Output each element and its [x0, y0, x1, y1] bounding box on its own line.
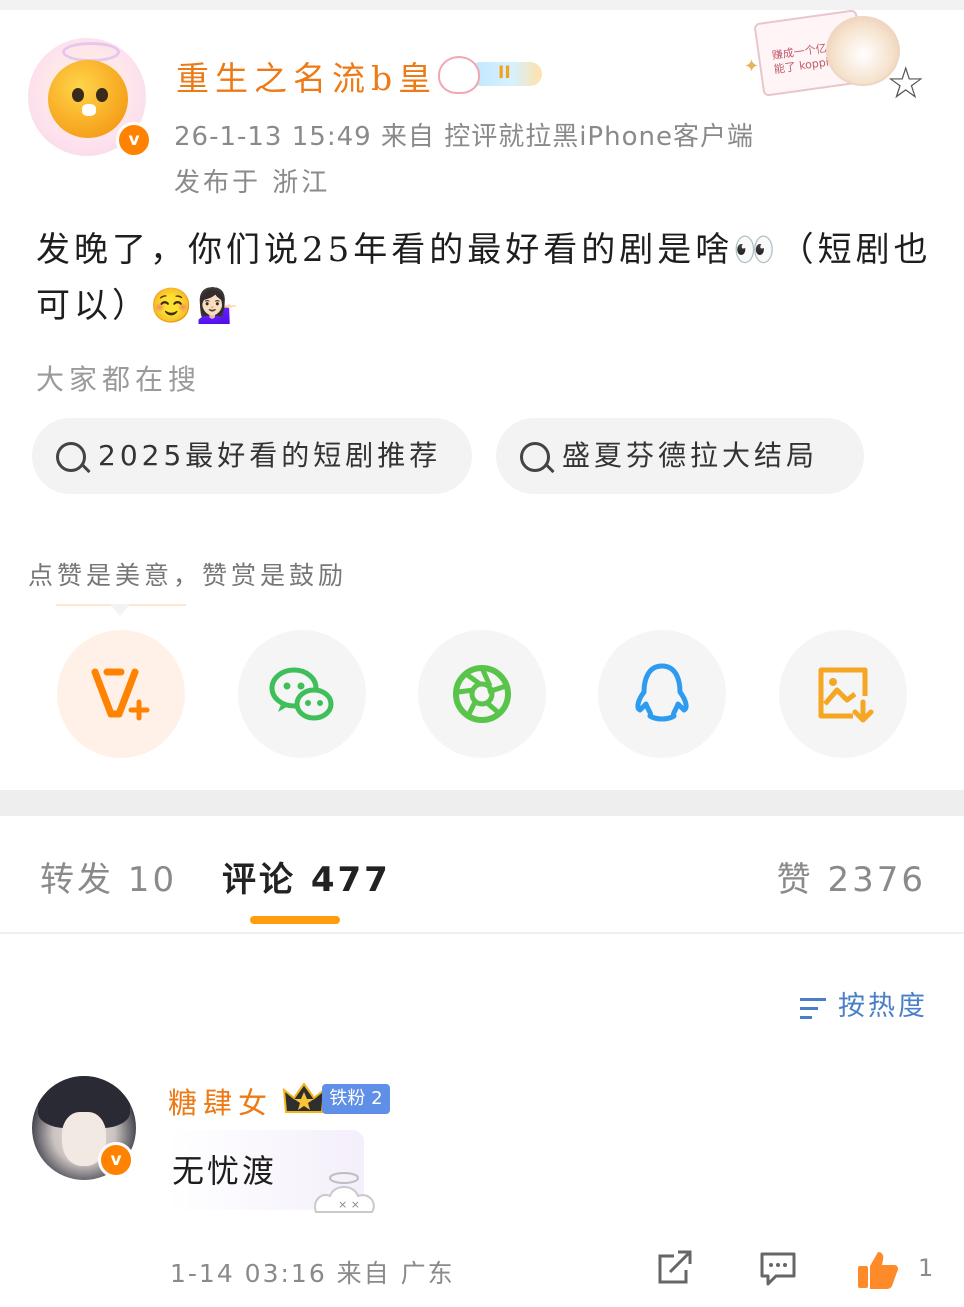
share-icon: [658, 1250, 692, 1284]
comment-like-button[interactable]: [856, 1248, 900, 1296]
tab-likes[interactable]: 赞 2376: [777, 852, 926, 901]
search-chip[interactable]: 盛夏芬德拉大结局: [496, 418, 864, 494]
search-hint: 大家都在搜: [36, 363, 202, 396]
sort-button[interactable]: 按热度: [800, 984, 928, 1023]
rank-level: II: [498, 63, 511, 83]
tab-reposts[interactable]: 转发 10: [40, 852, 177, 901]
sparkle-icon: ✦: [744, 56, 760, 77]
chick-avatar-image: [48, 60, 128, 138]
search-icon: [520, 442, 550, 472]
sort-label: 按热度: [838, 991, 928, 1022]
thumbs-up-icon: [858, 1252, 898, 1289]
comment-icon: [760, 1252, 796, 1286]
comment-like-count: 1: [918, 1254, 934, 1282]
verified-icon: v: [116, 122, 152, 158]
tab-comments[interactable]: 评论 477: [222, 852, 391, 901]
sort-icon: [800, 996, 830, 1020]
moments-icon: [453, 665, 511, 723]
v-plus-icon: [91, 668, 150, 721]
tip-arrow: [110, 604, 130, 616]
svg-text:× ×: × ×: [338, 1198, 360, 1211]
top-strip: [0, 0, 964, 10]
search-chip-label: 2025最好看的短剧推荐: [98, 439, 442, 472]
reward-button[interactable]: [57, 630, 185, 758]
avatar-beak: [82, 104, 96, 116]
avatar-eye-right: [96, 88, 108, 102]
search-chip[interactable]: 2025最好看的短剧推荐: [32, 418, 472, 494]
comment-repost-button[interactable]: [656, 1248, 696, 1292]
commenter-name[interactable]: 糖肆女: [168, 1080, 273, 1122]
comment-reply-button[interactable]: [758, 1248, 798, 1292]
verified-icon: v: [98, 1142, 134, 1178]
search-chip-label: 盛夏芬德拉大结局: [562, 439, 819, 472]
comment-text: 无忧渡: [172, 1152, 278, 1190]
author-name[interactable]: 重生之名流b皇: [176, 52, 437, 100]
post-location: 发布于 浙江: [174, 168, 331, 198]
comment-meta: 1-14 03:16 来自 广东: [170, 1259, 455, 1288]
section-divider: [0, 790, 964, 816]
favorite-star-icon[interactable]: ☆: [886, 62, 925, 106]
member-rank-badge[interactable]: II: [438, 56, 542, 94]
bunny-icon: [438, 56, 480, 94]
halo-decoration: [62, 42, 120, 62]
cloud-bunny-decoration: × ×: [314, 1172, 375, 1213]
reward-tip: 点赞是美意，赞赏是鼓励: [28, 561, 348, 590]
fan-level-badge[interactable]: 铁粉 2: [322, 1084, 390, 1114]
search-icon: [56, 442, 86, 472]
save-image-icon: [818, 667, 874, 723]
tab-divider: [0, 932, 964, 934]
author-avatar[interactable]: v: [28, 38, 152, 160]
qq-icon: [635, 663, 689, 722]
post-body: 发晚了，你们说25年看的最好看的剧是啥👀（短剧也可以）☺️💁🏻‍♀️: [36, 230, 932, 326]
share-moments-button[interactable]: [418, 630, 546, 758]
post-timestamp-source: 26-1-13 15:49 来自 控评就拉黑iPhone客户端: [174, 122, 754, 152]
share-qq-button[interactable]: [598, 630, 726, 758]
share-wechat-button[interactable]: [238, 630, 366, 758]
avatar-eye-left: [72, 88, 84, 102]
save-image-button[interactable]: [779, 630, 907, 758]
crown-icon: [282, 1082, 326, 1113]
active-tab-indicator: [250, 916, 340, 924]
wechat-icon: [269, 667, 334, 721]
